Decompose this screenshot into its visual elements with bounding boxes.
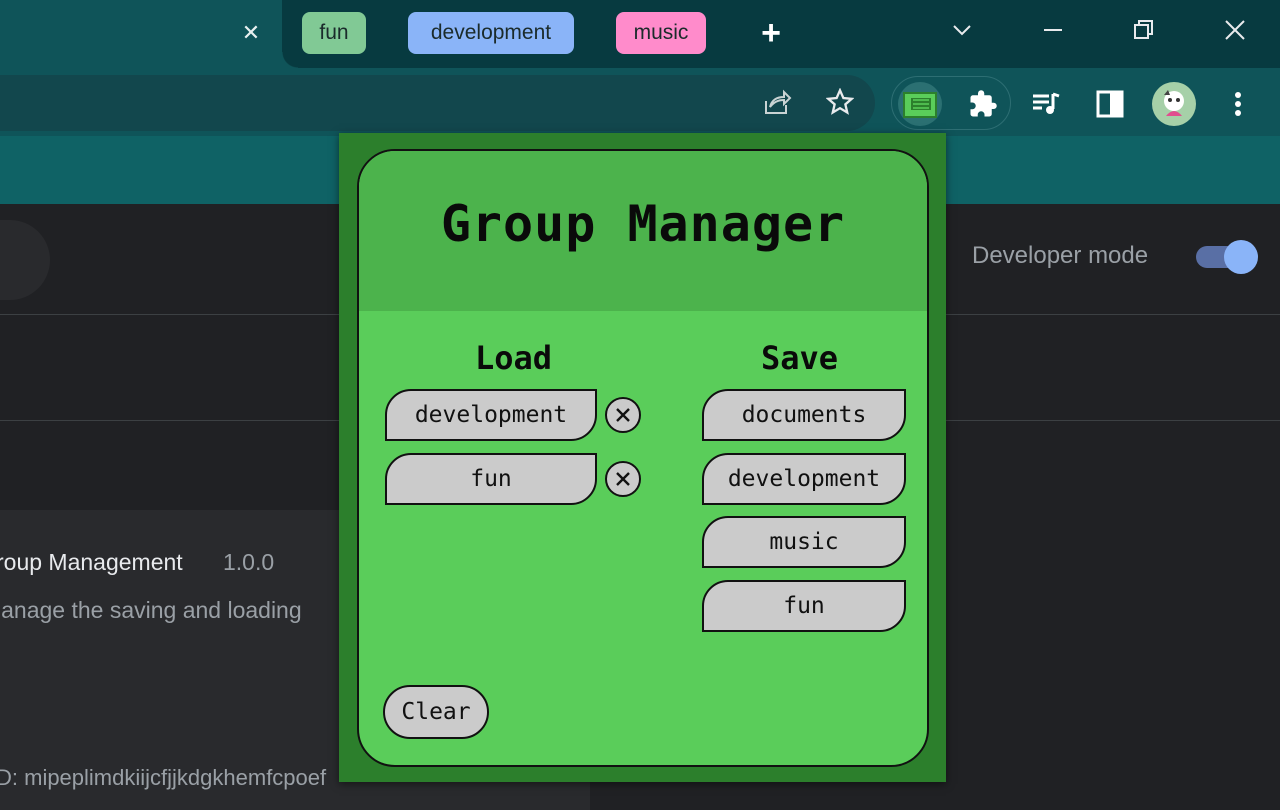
toolbar [0,68,1280,136]
popup-panel: Group Manager Load Save development fun … [357,149,929,767]
extension-version: 1.0.0 [223,549,275,575]
group-manager-extension-icon[interactable] [898,82,942,126]
extension-description: lanage the saving and loading [0,597,302,623]
tab-group-label: fun [319,21,349,44]
load-group-button[interactable]: development [385,389,597,441]
plus-icon[interactable]: + [755,16,787,50]
toggle-knob[interactable] [1224,240,1258,274]
close-icon [616,472,630,486]
save-group-button[interactable]: development [702,453,906,505]
tab-group-label: music [633,21,689,44]
tab-strip: ✕ fun development music + [0,0,1280,74]
close-icon[interactable] [1215,10,1255,50]
restore-icon[interactable] [1124,10,1164,50]
popup-header: Group Manager [359,151,927,311]
save-group-button[interactable]: music [702,516,906,568]
extension-id: D: mipeplimdkiijcfjjkdgkhemfcpoef [0,765,327,790]
star-icon[interactable] [820,82,860,122]
developer-mode-label: Developer mode [972,242,1149,269]
close-icon [616,408,630,422]
save-title: Save [761,339,839,377]
active-tab[interactable]: ✕ [0,0,298,68]
minimize-icon[interactable] [1033,10,1073,50]
puzzle-icon[interactable] [963,84,1003,124]
group-manager-popup: Group Manager Load Save development fun … [339,133,946,782]
load-title: Load [475,339,553,377]
side-panel-icon[interactable] [1090,84,1130,124]
clear-button[interactable]: Clear [383,685,489,739]
address-bar[interactable] [0,75,875,131]
popup-title: Group Manager [440,195,846,253]
delete-group-button[interactable] [605,397,641,433]
load-group-button[interactable]: fun [385,453,597,505]
kebab-menu-icon[interactable] [1218,84,1258,124]
share-icon[interactable] [757,82,797,122]
tab-group-music[interactable]: music [616,12,706,74]
save-group-button[interactable]: fun [702,580,906,632]
save-group-button[interactable]: documents [702,389,906,441]
search-field[interactable] [0,220,50,300]
close-icon[interactable]: ✕ [238,20,264,46]
tab-group-fun[interactable]: fun [302,12,366,74]
tab-group-development[interactable]: development [408,12,574,74]
tab-group-label: development [430,21,552,44]
extension-name: roup Management [0,549,183,575]
chevron-down-icon[interactable] [942,10,982,50]
avatar[interactable] [1152,82,1196,126]
media-queue-icon[interactable] [1026,84,1066,124]
delete-group-button[interactable] [605,461,641,497]
